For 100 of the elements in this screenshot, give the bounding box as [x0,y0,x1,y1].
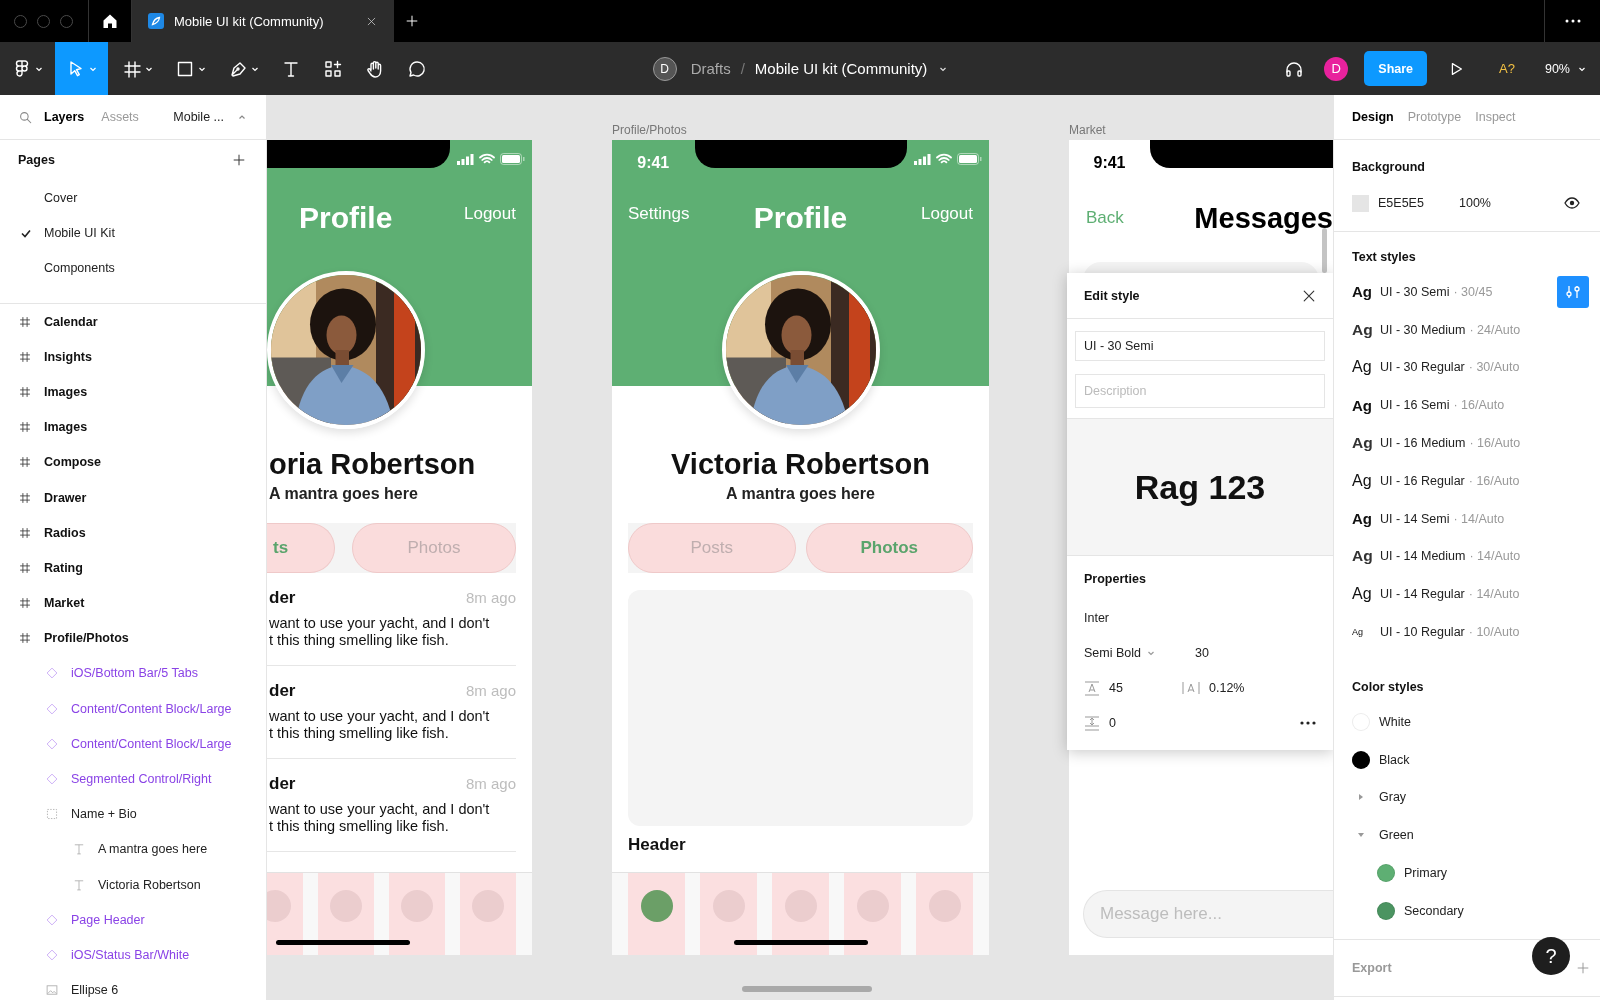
add-page-button[interactable] [232,153,246,167]
message-time: 8m ago [465,589,516,606]
color-style-item[interactable]: White [1352,702,1582,741]
section-title: Export [1352,960,1392,975]
text-style-item[interactable]: Ag UI - 14 Medium · 14/Auto [1352,537,1589,576]
text-style-item[interactable]: Ag UI - 10 Regular · 10/Auto [1352,613,1589,651]
message-time: 8m ago [465,775,516,792]
layer-item[interactable]: Victoria Robertson [0,867,266,903]
message-time: 8m ago [465,682,516,699]
frame-label: Profile/Photos [612,123,687,137]
file-menu-button[interactable]: Mobile UI kit (Community) [754,60,948,77]
zoom-menu[interactable]: 90% [1540,61,1590,76]
color-style-item[interactable]: Secondary [1352,891,1582,930]
tab-bar-item[interactable] [772,873,829,955]
layer-item[interactable]: Compose [0,444,266,480]
section-header: Header [628,835,687,855]
component-icon [45,947,59,962]
text-style-item[interactable]: Ag UI - 30 Medium · 24/Auto [1352,310,1589,349]
frame-label: Market [1069,123,1106,137]
signal-icon [457,153,474,165]
layer-item[interactable]: Page Header [0,902,266,938]
missing-fonts-button[interactable]: A? [1485,61,1529,76]
file-tab[interactable]: Mobile UI kit (Community) [132,0,394,42]
panel-tab[interactable]: Layers [44,110,85,124]
section-title: Pages [18,153,55,167]
layer-item[interactable]: iOS/Status Bar/White [0,937,266,973]
font-weight-dropdown[interactable]: Semi Bold [1084,645,1182,660]
breadcrumb-link[interactable]: Drafts [690,60,731,77]
opacity-value[interactable]: 100% [1459,196,1491,210]
section-title: Properties [1084,572,1147,588]
component-icon [45,701,59,716]
text-style-item[interactable]: Ag UI - 16 Medium · 16/Auto [1352,424,1589,462]
layer-item[interactable]: Rating [0,550,266,586]
more-icon [1300,720,1316,725]
name-field[interactable]: UI - 30 Semi [1075,331,1325,361]
text-style-item[interactable]: Ag UI - 14 Semi · 14/Auto [1352,499,1589,538]
tab-bar-item[interactable] [844,873,901,955]
scrollbar[interactable] [742,986,872,992]
layer-item[interactable]: Insights [0,339,266,375]
eye-icon [1564,197,1580,209]
text-style-item[interactable]: Ag UI - 16 Regular · 16/Auto [1352,462,1589,500]
visibility-button[interactable] [1564,197,1580,209]
page-picker[interactable]: Mobile ... [173,110,246,124]
layer-item[interactable]: Segmented Control/Right [0,761,266,797]
tab-bar-item[interactable] [318,873,374,955]
battery-icon [956,153,982,165]
color-group[interactable]: Green [1352,816,1582,855]
message-title: der [269,774,296,794]
plus-icon [232,153,246,167]
page-item[interactable]: Cover [0,180,266,215]
edit-style-button[interactable] [1557,275,1589,308]
layer-item[interactable]: Content/Content Block/Large [0,726,266,762]
page-title: Messages [1194,201,1333,235]
page-item[interactable]: Components [0,250,266,285]
layer-item[interactable]: Content/Content Block/Large [0,691,266,727]
profile-bio: A mantra goes here [268,485,419,503]
text-layer-icon [72,877,86,892]
layer-item[interactable]: Images [0,374,266,410]
color-swatch[interactable] [1352,194,1369,212]
description-field[interactable]: Description [1075,374,1325,408]
layer-item[interactable]: Calendar [0,304,266,340]
tab-bar-item[interactable] [700,873,757,955]
layer-item[interactable]: Market [0,585,266,621]
help-button[interactable]: ? [1532,937,1570,975]
color-style-item[interactable]: Black [1352,740,1582,779]
component-icon [45,772,59,787]
text-style-item[interactable]: Ag UI - 30 Semi · 30/45 [1352,273,1589,311]
layer-item[interactable]: Ellipse 6 [0,972,266,1000]
profile-bio: A mantra goes here [725,485,876,503]
line-height-icon [1084,679,1100,696]
section-title: Text styles [1352,249,1417,266]
frame-icon [18,525,32,540]
wifi-icon [479,153,495,165]
text-style-item[interactable]: Ag UI - 14 Regular · 14/Auto [1352,575,1589,614]
wifi-icon [935,153,952,165]
message-text: want to use your yacht, and I don't t this thing smelling like fish. [269,801,491,835]
panel-tab[interactable]: Design [1352,110,1394,124]
layer-item[interactable]: Images [0,409,266,445]
frame-icon [18,349,32,364]
color-value[interactable]: E5E5E5 [1378,196,1459,210]
text-style-item[interactable]: Ag UI - 30 Regular · 30/Auto [1352,348,1589,387]
plus-icon [405,14,419,28]
layer-item[interactable]: Name + Bio [0,796,266,832]
section-title: Color styles [1352,678,1425,696]
status-time: 9:41 [637,154,670,172]
color-group[interactable]: Gray [1352,778,1582,817]
layer-item[interactable]: iOS/Bottom Bar/5 Tabs [0,655,266,692]
page-item[interactable]: Mobile UI Kit [0,215,266,250]
tab-bar-item[interactable] [389,873,445,955]
text-style-item[interactable]: Ag UI - 16 Semi · 16/Auto [1352,386,1589,425]
more-icon [1564,19,1581,23]
home-icon [101,12,119,30]
color-style-item[interactable]: Primary [1352,854,1582,892]
sliders-icon [1565,283,1581,300]
layer-item[interactable]: A mantra goes here [0,831,266,867]
layer-item[interactable]: Radios [0,515,266,551]
layer-item[interactable]: Drawer [0,479,266,516]
group-icon [45,807,59,822]
layer-item[interactable]: Profile/Photos [0,620,266,656]
frame-icon [18,384,32,399]
